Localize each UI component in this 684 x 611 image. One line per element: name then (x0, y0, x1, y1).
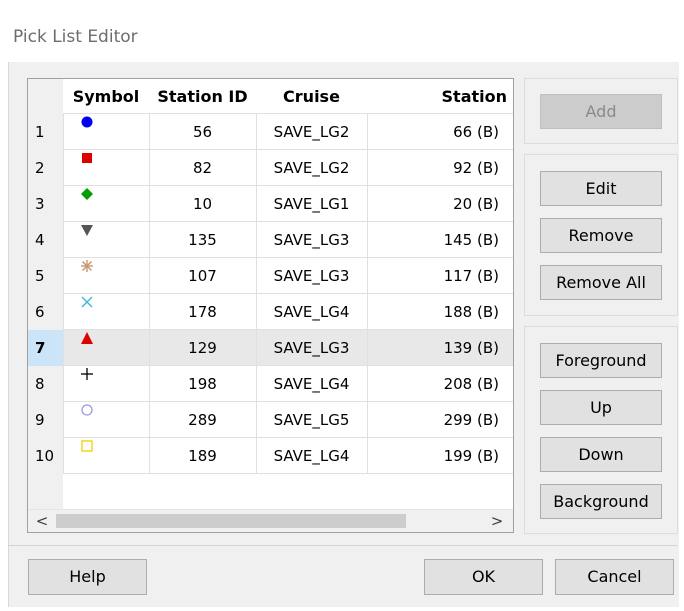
row-header[interactable]: 5 (28, 257, 63, 294)
add-button[interactable]: Add (540, 94, 662, 129)
symbol-cell[interactable] (62, 437, 149, 474)
remove-all-button[interactable]: Remove All (540, 265, 662, 300)
cruise-cell[interactable]: SAVE_LG3 (255, 221, 367, 258)
ok-button[interactable]: OK (424, 559, 543, 595)
window-title: Pick List Editor (13, 27, 138, 47)
triangle-down-gray-icon (80, 223, 94, 241)
station-id-cell[interactable]: 189 (148, 437, 256, 474)
foreground-button[interactable]: Foreground (540, 343, 662, 378)
station-cell[interactable]: 188 (B) (366, 293, 513, 330)
pick-list-table: Symbol Station ID Cruise Station 1 56 SAVE… (28, 79, 513, 474)
cruise-cell[interactable]: SAVE_LG3 (255, 329, 367, 366)
row-header[interactable]: 8 (28, 365, 63, 402)
station-id-cell[interactable]: 198 (148, 365, 256, 402)
cruise-cell[interactable]: SAVE_LG4 (255, 365, 367, 402)
station-id-cell[interactable]: 135 (148, 221, 256, 258)
station-cell[interactable]: 66 (B) (366, 113, 513, 150)
remove-button[interactable]: Remove (540, 218, 662, 253)
symbol-cell[interactable] (62, 401, 149, 438)
row-header[interactable]: 6 (28, 293, 63, 330)
chevron-right-icon[interactable]: > (487, 511, 507, 531)
cruise-cell[interactable]: SAVE_LG4 (255, 437, 367, 474)
scrollbar-thumb[interactable] (56, 514, 406, 528)
symbol-cell[interactable] (62, 185, 149, 222)
column-header-symbol[interactable]: Symbol (63, 79, 149, 114)
row-header[interactable]: 4 (28, 221, 63, 258)
station-cell[interactable]: 92 (B) (366, 149, 513, 186)
symbol-cell[interactable] (62, 293, 149, 330)
background-button[interactable]: Background (540, 484, 662, 519)
table-row[interactable]: 1 56 SAVE_LG2 66 (B) (28, 113, 513, 150)
table-row[interactable]: 2 82 SAVE_LG2 92 (B) (28, 149, 513, 186)
symbol-cell[interactable] (62, 149, 149, 186)
header-row: Symbol Station ID Cruise Station (28, 79, 513, 114)
cruise-cell[interactable]: SAVE_LG4 (255, 293, 367, 330)
station-id-cell[interactable]: 56 (148, 113, 256, 150)
circle-filled-blue-icon (80, 115, 94, 133)
cruise-cell[interactable]: SAVE_LG1 (255, 185, 367, 222)
row-header[interactable]: 9 (28, 401, 63, 438)
station-id-cell[interactable]: 107 (148, 257, 256, 294)
station-id-cell[interactable]: 82 (148, 149, 256, 186)
row-header[interactable]: 2 (28, 149, 63, 186)
station-id-cell[interactable]: 10 (148, 185, 256, 222)
cruise-cell[interactable]: SAVE_LG2 (255, 149, 367, 186)
table-row[interactable]: 9 289 SAVE_LG5 299 (B) (28, 401, 513, 438)
circle-open-lavender-icon (80, 403, 94, 421)
diamond-filled-green-icon (80, 187, 94, 205)
table-row[interactable]: 4 135 SAVE_LG3 145 (B) (28, 221, 513, 258)
x-cross-cyan-icon (80, 295, 94, 313)
grid-viewport: Symbol Station ID Cruise Station 1 56 SAVE… (28, 79, 513, 509)
row-header[interactable]: 7 (28, 329, 63, 366)
triangle-up-red-icon (80, 331, 94, 349)
symbol-cell[interactable] (62, 113, 149, 150)
station-cell[interactable]: 299 (B) (366, 401, 513, 438)
station-id-cell[interactable]: 129 (148, 329, 256, 366)
symbol-cell[interactable] (62, 257, 149, 294)
station-id-cell[interactable]: 289 (148, 401, 256, 438)
column-header-cruise[interactable]: Cruise (256, 79, 367, 114)
table-row[interactable]: 10 189 SAVE_LG4 199 (B) (28, 437, 513, 474)
column-header-station-id[interactable]: Station ID (149, 79, 256, 114)
asterisk-tan-icon (80, 259, 94, 277)
symbol-cell[interactable] (62, 365, 149, 402)
horizontal-scrollbar[interactable]: < > (28, 509, 513, 532)
station-cell[interactable]: 20 (B) (366, 185, 513, 222)
cruise-cell[interactable]: SAVE_LG5 (255, 401, 367, 438)
station-cell[interactable]: 208 (B) (366, 365, 513, 402)
table-row[interactable]: 8 198 SAVE_LG4 208 (B) (28, 365, 513, 402)
title-bar (0, 0, 684, 12)
up-button[interactable]: Up (540, 390, 662, 425)
station-cell[interactable]: 117 (B) (366, 257, 513, 294)
station-cell[interactable]: 145 (B) (366, 221, 513, 258)
table-row[interactable]: 6 178 SAVE_LG4 188 (B) (28, 293, 513, 330)
row-header[interactable]: 10 (28, 437, 63, 474)
plus-black-icon (80, 367, 94, 385)
edit-button[interactable]: Edit (540, 171, 662, 206)
down-button[interactable]: Down (540, 437, 662, 472)
row-header[interactable]: 1 (28, 113, 63, 150)
square-filled-red-icon (80, 151, 94, 169)
column-header-station[interactable]: Station (367, 79, 513, 114)
pick-list-grid[interactable]: Symbol Station ID Cruise Station 1 56 SAVE… (27, 78, 514, 533)
footer-separator (8, 545, 678, 546)
table-row[interactable]: 3 10 SAVE_LG1 20 (B) (28, 185, 513, 222)
help-button[interactable]: Help (28, 559, 147, 595)
cruise-cell[interactable]: SAVE_LG2 (255, 113, 367, 150)
station-id-cell[interactable]: 178 (148, 293, 256, 330)
station-cell[interactable]: 199 (B) (366, 437, 513, 474)
symbol-cell[interactable] (62, 221, 149, 258)
cruise-cell[interactable]: SAVE_LG3 (255, 257, 367, 294)
symbol-cell[interactable] (62, 329, 149, 366)
square-open-yellow-icon (80, 439, 94, 457)
corner-cell[interactable] (28, 79, 63, 114)
table-row[interactable]: 5 107 SAVE_LG3 117 (B) (28, 257, 513, 294)
station-cell[interactable]: 139 (B) (366, 329, 513, 366)
cancel-button[interactable]: Cancel (555, 559, 674, 595)
table-row[interactable]: 7 129 SAVE_LG3 139 (B) (28, 329, 513, 366)
row-header[interactable]: 3 (28, 185, 63, 222)
chevron-left-icon[interactable]: < (32, 511, 52, 531)
